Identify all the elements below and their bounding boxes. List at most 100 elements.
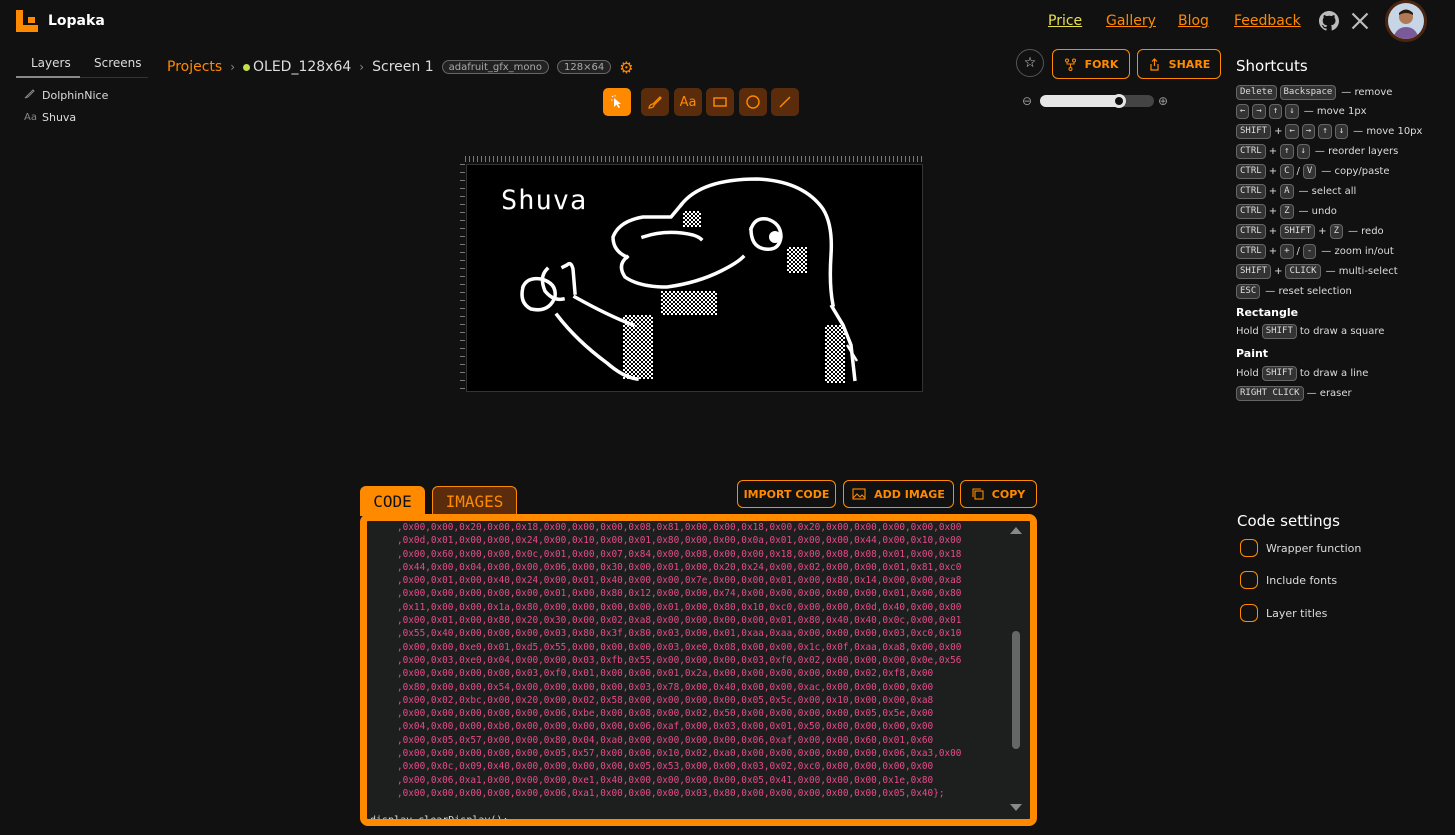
circle-tool-button[interactable] [739,88,767,116]
shortcut-key: A [1280,184,1294,199]
shortcut-description: — move 1px [1303,106,1367,118]
select-tool-button[interactable] [603,88,631,116]
shortcut-key: CLICK [1285,263,1321,279]
nav-feedback[interactable]: Feedback [1234,13,1301,29]
shortcut-row: CTRL + ↑ ↓ — reorder layers [1236,144,1398,160]
shortcut-key: ↓ [1296,144,1310,160]
import-code-label: IMPORT CODE [743,487,830,501]
checkbox[interactable] [1240,539,1258,557]
shortcut-key: CTRL [1236,164,1266,180]
scroll-up-icon[interactable] [1010,527,1022,534]
shortcut-key: CTRL [1236,184,1266,199]
key-separator: + [1268,245,1278,257]
rectangle-hint: Hold SHIFT to draw a square [1236,323,1385,339]
shortcut-key: ← [1236,104,1250,120]
breadcrumb-project[interactable]: OLED_128x64 [243,59,351,75]
shortcut-key: ← [1285,124,1299,140]
copy-button[interactable]: COPY [960,480,1037,508]
line-icon [779,96,791,108]
code-line: ,0x00,0x0c,0x09,0x40,0x00,0x00,0x00,0x00… [397,761,934,773]
checkbox[interactable] [1240,571,1258,589]
code-line: ,0x80,0x00,0x00,0x54,0x00,0x00,0x00,0x00… [397,681,934,693]
fork-button[interactable]: FORK [1052,49,1130,79]
code-line: ,0x00,0x60,0x00,0x00,0x0c,0x01,0x00,0x07… [397,548,962,560]
user-avatar[interactable] [1385,0,1427,42]
shortcut-row: CTRL + Z — undo [1236,203,1337,219]
lopaka-logo-icon [16,10,38,32]
shortcut-row: CTRL + C / V — copy/paste [1236,164,1390,180]
nav-price[interactable]: Price [1048,13,1082,29]
tab-code[interactable]: CODE [360,486,425,516]
key-separator: + [1268,166,1278,178]
breadcrumb-screen[interactable]: Screen 1 [372,59,434,75]
logo[interactable]: Lopaka [16,10,105,32]
copy-icon [972,488,984,500]
shortcut-row: ← → ↑ ↓ — move 1px [1236,104,1367,120]
shortcut-description: — redo [1347,225,1384,237]
star-icon: ☆ [1023,55,1037,71]
scroll-down-icon[interactable] [1010,804,1022,811]
shortcut-description: — select all [1298,186,1357,197]
code-line: ,0x00,0x00,0x00,0x00,0x00,0x06,0xbe,0x00… [397,708,934,720]
copy-label: COPY [991,487,1026,501]
layer-item-dolphinnice[interactable]: DolphinNice [24,88,108,102]
tab-layers[interactable]: Layers [31,56,71,70]
key-separator: + [1274,126,1283,138]
shortcut-key: Delete [1236,84,1277,100]
shortcut-key: CTRL [1236,243,1266,259]
shortcut-description: — remove [1341,86,1393,98]
wrapper-function-checkbox[interactable]: Wrapper function [1240,539,1361,557]
zoom-slider-thumb[interactable] [1112,94,1127,108]
code-line: ,0x00,0x00,0x00,0x00,0x00,0x01,0x00,0x80… [397,588,962,600]
shortcut-key: ↓ [1334,124,1349,140]
breadcrumb-projects[interactable]: Projects [167,59,222,75]
project-status-dot [243,64,251,71]
github-icon[interactable] [1319,11,1339,31]
code-editor[interactable]: ,0x00,0x00,0x20,0x00,0x18,0x00,0x00,0x00… [360,514,1037,826]
tab-images[interactable]: IMAGES [432,486,517,516]
code-lines[interactable]: ,0x00,0x00,0x20,0x00,0x18,0x00,0x00,0x00… [397,521,961,800]
import-code-button[interactable]: IMPORT CODE [737,480,836,508]
active-tab-indicator [16,76,80,78]
dolphin-bitmap-layer[interactable] [467,165,924,393]
code-line: ,0x00,0x00,0x00,0x00,0x03,0xf0,0x01,0x00… [397,668,934,680]
checkbox[interactable] [1240,604,1258,622]
nav-gallery[interactable]: Gallery [1106,13,1156,29]
shortcut-key: CTRL [1236,144,1266,160]
share-icon [1150,57,1159,71]
x-twitter-icon[interactable] [1350,11,1370,31]
tab-screens[interactable]: Screens [94,56,142,70]
image-icon [852,488,866,500]
code-line: ,0x00,0x00,0x00,0x00,0x00,0x06,0xa1,0x00… [397,787,945,799]
zoom-slider[interactable] [1040,94,1154,108]
code-line: ,0x00,0x00,0x20,0x00,0x18,0x00,0x00,0x00… [397,522,962,533]
oled-canvas[interactable]: Shuva [466,164,923,392]
shortcut-row: CTRL + + / - — zoom in/out [1236,243,1394,259]
include-fonts-checkbox[interactable]: Include fonts [1240,571,1337,589]
key-separator: + [1268,146,1278,158]
nav-blog[interactable]: Blog [1178,13,1209,29]
layer-titles-checkbox[interactable]: Layer titles [1240,604,1327,622]
circle-icon [746,95,760,109]
line-tool-button[interactable] [771,88,799,116]
brush-icon [648,96,662,109]
layer-item-shuva[interactable]: Aa Shuva [24,111,76,124]
rectangle-tool-button[interactable] [706,88,734,116]
fork-label: FORK [1084,57,1119,71]
display-size-badge: 128×64 [556,60,612,74]
gear-icon[interactable]: ⚙ [619,58,633,77]
code-line: ,0x00,0x01,0x00,0x80,0x20,0x30,0x00,0x02… [397,615,962,627]
text-tool-button[interactable]: Aa [674,88,702,116]
zoom-in-icon[interactable]: ⊕ [1158,94,1168,108]
paint-tool-button[interactable] [641,88,669,116]
add-image-label: ADD IMAGE [874,487,945,501]
shortcut-key: C [1280,164,1294,180]
right-click-key: RIGHT CLICK [1236,385,1304,401]
shortcut-key: V [1302,164,1317,180]
code-scrollbar-thumb[interactable] [1012,631,1020,749]
add-image-button[interactable]: ADD IMAGE [843,480,954,508]
star-button[interactable]: ☆ [1016,49,1044,77]
share-button[interactable]: SHARE [1137,49,1221,79]
zoom-out-icon[interactable]: ⊖ [1022,94,1032,108]
shortcut-row: ESC — reset selection [1236,283,1352,299]
